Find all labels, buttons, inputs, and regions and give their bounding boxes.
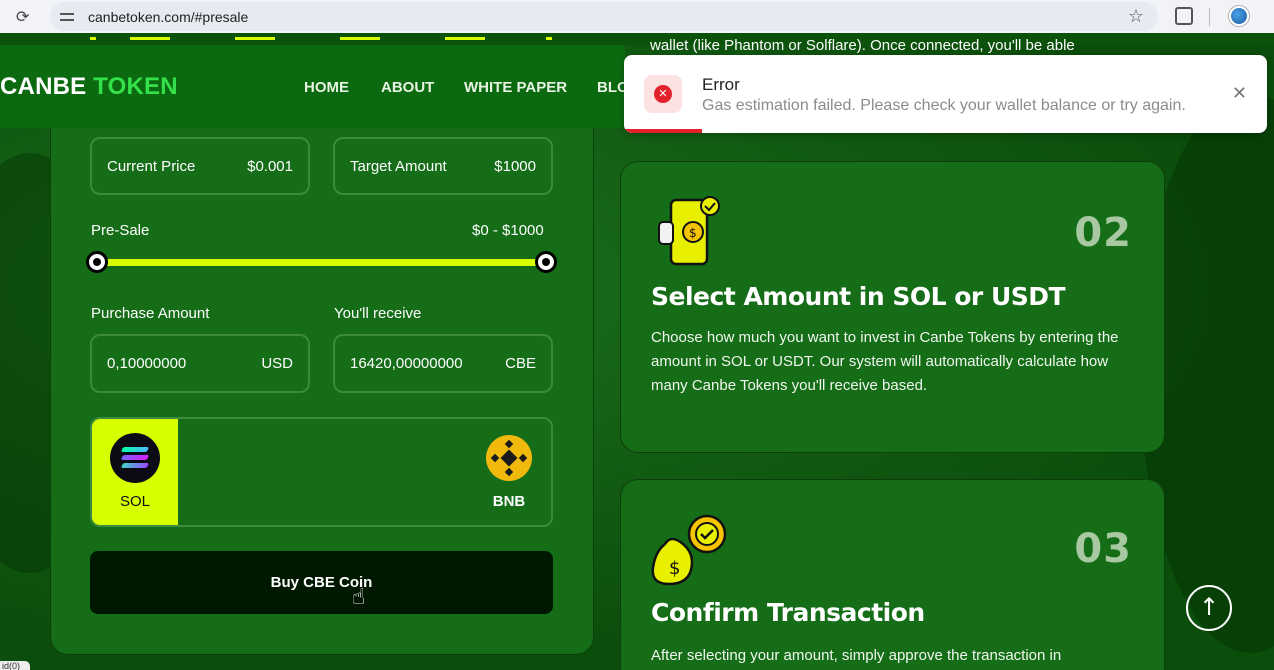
nav-white-paper[interactable]: WHITE PAPER xyxy=(464,79,567,96)
scroll-to-top-button[interactable]: ↑ xyxy=(1186,585,1232,631)
target-amount-value: $1000 xyxy=(494,158,536,175)
toolbar-divider xyxy=(1209,8,1210,26)
presale-label: Pre-Sale xyxy=(91,222,150,239)
slider-knob-start[interactable] xyxy=(86,251,108,273)
purchase-amount-label: Purchase Amount xyxy=(91,305,210,322)
top-strip xyxy=(0,33,1274,45)
current-price-box: Current Price $0.001 xyxy=(90,137,310,195)
bookmark-star-icon[interactable]: ☆ xyxy=(1128,6,1144,27)
chain-selector: SOL BNB xyxy=(90,417,553,527)
receive-label: You'll receive xyxy=(334,305,422,322)
chain-option-sol[interactable]: SOL xyxy=(92,419,178,525)
target-amount-label: Target Amount xyxy=(350,158,447,175)
step-card-03: $ 03 Confirm Transaction After selecting… xyxy=(620,479,1165,670)
site-settings-icon[interactable] xyxy=(60,10,76,24)
toast-message: Gas estimation failed. Please check your… xyxy=(702,97,1186,114)
url-text[interactable]: canbetoken.com/#presale xyxy=(88,9,248,25)
receive-amount-value: 16420,00000000 xyxy=(350,355,463,372)
slider-knob-end[interactable] xyxy=(535,251,557,273)
status-bar-chip: id(0) xyxy=(0,661,30,670)
arrow-up-icon: ↑ xyxy=(1198,593,1220,621)
bnb-logo-icon[interactable] xyxy=(486,435,532,481)
reload-icon[interactable]: ⟳ xyxy=(16,7,36,26)
extensions-icon[interactable] xyxy=(1175,7,1193,25)
purchase-amount-input[interactable]: 0,10000000 USD xyxy=(90,334,310,393)
svg-text:$: $ xyxy=(669,558,680,579)
svg-text:$: $ xyxy=(689,226,697,240)
step-description: After selecting your amount, simply appr… xyxy=(651,647,1062,664)
hand-cursor-icon: ☝ xyxy=(352,585,366,610)
money-bag-gear-icon: $ xyxy=(651,514,727,586)
step-title: Confirm Transaction xyxy=(651,598,925,627)
step-description: Choose how much you want to invest in Ca… xyxy=(651,329,1119,394)
chain-label-sol: SOL xyxy=(119,493,150,510)
error-icon: ✕ xyxy=(644,75,682,113)
toast-title: Error xyxy=(702,75,740,94)
current-price-value: $0.001 xyxy=(247,158,293,175)
step-number: 02 xyxy=(1074,210,1132,256)
current-price-label: Current Price xyxy=(107,158,196,175)
logo-text-token: TOKEN xyxy=(93,73,178,100)
nav-about[interactable]: ABOUT xyxy=(381,79,434,96)
solana-logo-icon xyxy=(110,433,160,483)
partial-step-text: wallet (like Phantom or Solflare). Once … xyxy=(650,37,1075,54)
target-amount-box: Target Amount $1000 xyxy=(333,137,553,195)
page-content: wallet (like Phantom or Solflare). Once … xyxy=(0,33,1274,670)
nav-home[interactable]: HOME xyxy=(304,79,349,96)
receive-unit: CBE xyxy=(505,355,536,372)
step-card-02: $ 02 Select Amount in SOL or USDT Choose… xyxy=(620,161,1165,453)
toast-timer-bar xyxy=(624,129,702,133)
step-number: 03 xyxy=(1074,526,1132,572)
presale-range: $0 - $1000 xyxy=(472,222,544,239)
chain-label-bnb[interactable]: BNB xyxy=(472,493,546,510)
receive-amount-field: 16420,00000000 CBE xyxy=(333,334,553,393)
presale-progress-track xyxy=(96,259,548,266)
phone-money-icon: $ xyxy=(658,196,720,266)
logo-text-canbe: CANBE xyxy=(0,73,87,100)
purchase-unit: USD xyxy=(261,355,293,372)
step-title: Select Amount in SOL or USDT xyxy=(651,282,1066,311)
address-bar[interactable]: canbetoken.com/#presale ☆ xyxy=(50,2,1158,31)
browser-toolbar: ⟳ canbetoken.com/#presale ☆ xyxy=(0,0,1274,33)
site-header: CANBE TOKEN HOME ABOUT WHITE PAPER BLO xyxy=(0,45,629,128)
buy-cbe-button[interactable]: Buy CBE Coin xyxy=(90,551,553,614)
error-toast: ✕ Error Gas estimation failed. Please ch… xyxy=(624,55,1267,133)
profile-avatar[interactable] xyxy=(1229,6,1249,26)
close-icon[interactable]: ✕ xyxy=(1232,83,1247,104)
site-logo[interactable]: CANBE TOKEN xyxy=(0,73,178,101)
purchase-amount-value[interactable]: 0,10000000 xyxy=(107,355,186,372)
